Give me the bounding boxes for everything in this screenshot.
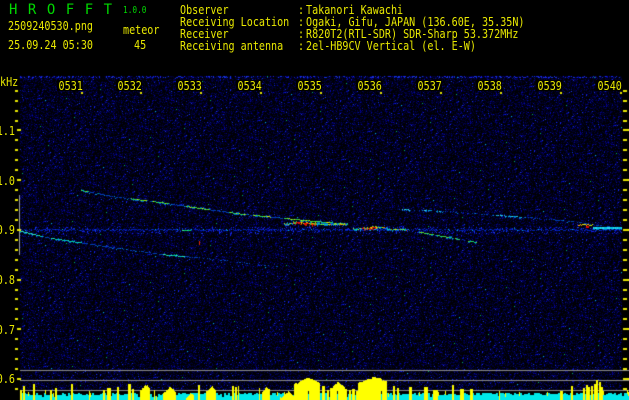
x-label-0532: 0532 — [116, 78, 143, 93]
x-label-0536: 0536 — [355, 78, 382, 93]
file-name: 2509240530.png — [8, 19, 93, 33]
x-label-0539: 0539 — [535, 78, 562, 93]
echo-count: 45 — [134, 38, 147, 52]
x-label-0535: 0535 — [295, 78, 322, 93]
x-label-0531: 0531 — [56, 78, 83, 93]
app-title: HROFFT — [9, 1, 123, 18]
y-label-0.8: 0.8 — [0, 272, 15, 287]
y-label-0.6: 0.6 — [0, 372, 15, 386]
spectrogram-canvas — [0, 0, 629, 400]
info-sep: : — [298, 39, 305, 53]
app-version: 1.0.0 — [123, 5, 147, 16]
y-label-1.0: 1.0 — [0, 173, 15, 188]
info-value-antenna: 2el-HB9CV Vertical (el. E-W) — [306, 39, 476, 53]
mode-label: meteor — [123, 23, 160, 37]
hrofft-window: HROFFT 1.0.0 2509240530.png meteor 25.09… — [0, 0, 629, 400]
x-label-0540: 0540 — [595, 78, 622, 93]
y-label-0.7: 0.7 — [0, 322, 15, 337]
y-label-0.9: 0.9 — [0, 223, 15, 237]
info-label-antenna: Receiving antenna — [180, 39, 284, 53]
y-label-1.1: 1.1 — [0, 123, 15, 138]
x-label-0533: 0533 — [176, 78, 203, 93]
x-label-0537: 0537 — [415, 78, 442, 93]
x-label-0538: 0538 — [475, 78, 502, 93]
y-axis-unit: kHz — [0, 74, 19, 89]
x-label-0534: 0534 — [236, 78, 263, 93]
datetime-label: 25.09.24 05:30 — [8, 38, 93, 52]
